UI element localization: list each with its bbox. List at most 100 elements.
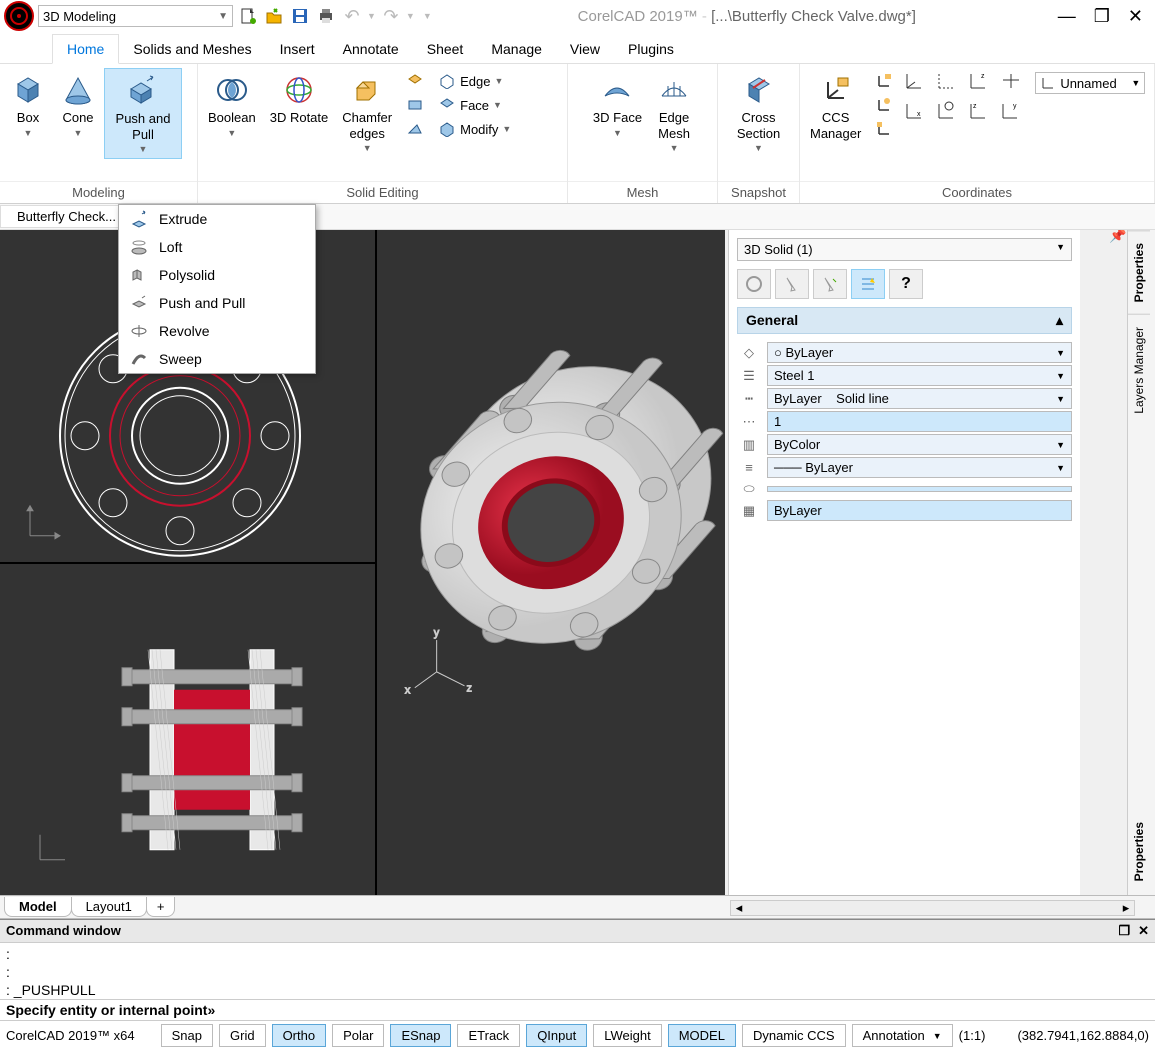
status-grid[interactable]: Grid: [219, 1024, 266, 1047]
small-btn-b[interactable]: [402, 94, 428, 116]
side-tab-properties-bottom[interactable]: Properties: [1128, 812, 1155, 891]
status-dynamic-ccs[interactable]: Dynamic CCS: [742, 1024, 846, 1047]
viewport-iso[interactable]: y z x: [377, 230, 725, 895]
layout-tab-model[interactable]: Model: [4, 897, 72, 917]
section-general[interactable]: General▴: [737, 307, 1072, 334]
restore-button[interactable]: ❐: [1094, 6, 1110, 27]
ccs-manager-button[interactable]: CCS Manager: [804, 68, 867, 145]
coord-grid-4[interactable]: [999, 70, 1027, 96]
tab-sheet[interactable]: Sheet: [413, 35, 478, 63]
horizontal-scrollbar[interactable]: ◂▸: [730, 900, 1135, 916]
ccs-named-combo[interactable]: Unnamed ▼: [1035, 72, 1145, 94]
pp-btn-help[interactable]: ?: [889, 269, 923, 299]
status-lweight[interactable]: LWeight: [593, 1024, 662, 1047]
boolean-button[interactable]: Boolean▼: [202, 68, 262, 142]
layout-tab-layout1[interactable]: Layout1: [71, 897, 147, 917]
coord-grid-1[interactable]: [903, 70, 931, 96]
save-icon[interactable]: [289, 5, 311, 27]
side-tab-layers[interactable]: Layers Manager: [1128, 314, 1150, 426]
pp-btn-3[interactable]: [813, 269, 847, 299]
cmd-restore-icon[interactable]: ❐: [1118, 923, 1130, 938]
status-polar[interactable]: Polar: [332, 1024, 384, 1047]
menu-item-revolve[interactable]: Revolve: [119, 317, 315, 345]
status-etrack[interactable]: ETrack: [457, 1024, 520, 1047]
prop-layer[interactable]: Steel 1▼: [767, 365, 1072, 386]
3d-face-button[interactable]: 3D Face▼: [587, 68, 648, 142]
menu-item-loft[interactable]: Loft: [119, 233, 315, 261]
prop-scale[interactable]: 1: [767, 411, 1072, 432]
svg-text:y: y: [434, 627, 440, 639]
prop-color[interactable]: ○ ByLayer▼: [767, 342, 1072, 363]
layer-icon: ☰: [737, 367, 761, 385]
cmd-close-icon[interactable]: ✕: [1138, 923, 1149, 938]
undo-icon[interactable]: ↶: [341, 5, 363, 27]
selection-filter-combo[interactable]: 3D Solid (1)▼: [737, 238, 1072, 261]
coord-grid-3[interactable]: z: [967, 70, 995, 96]
tab-view[interactable]: View: [556, 35, 614, 63]
close-button[interactable]: ✕: [1128, 6, 1143, 27]
menu-item-polysolid[interactable]: Polysolid: [119, 261, 315, 289]
ccs-icon-c[interactable]: [871, 118, 897, 140]
print-icon[interactable]: [315, 5, 337, 27]
3d-rotate-button[interactable]: 3D Rotate: [264, 68, 335, 130]
pp-btn-2[interactable]: [775, 269, 809, 299]
push-and-pull-button[interactable]: Push and Pull▼: [104, 68, 182, 159]
tab-insert[interactable]: Insert: [266, 35, 329, 63]
menu-item-push-and-pull[interactable]: Push and Pull: [119, 289, 315, 317]
status-ortho[interactable]: Ortho: [272, 1024, 327, 1047]
box-button[interactable]: Box▼: [4, 68, 52, 142]
status-model[interactable]: MODEL: [668, 1024, 736, 1047]
workspace-combo[interactable]: 3D Modeling▼: [38, 5, 233, 27]
minimize-button[interactable]: —: [1058, 6, 1076, 27]
open-icon[interactable]: [263, 5, 285, 27]
status-esnap[interactable]: ESnap: [390, 1024, 451, 1047]
pp-btn-1[interactable]: [737, 269, 771, 299]
ccs-icon-a[interactable]: [871, 70, 897, 92]
group-label-snapshot: Snapshot: [718, 181, 799, 203]
edge-mesh-button[interactable]: Edge Mesh▼: [650, 68, 698, 157]
prop-transparency[interactable]: ByLayer: [767, 500, 1072, 521]
menu-item-extrude[interactable]: Extrude: [119, 205, 315, 233]
layout-tab-add[interactable]: +: [146, 897, 176, 917]
coord-grid-7[interactable]: z: [967, 100, 995, 126]
coord-grid-8[interactable]: y: [999, 100, 1027, 126]
side-tab-properties[interactable]: Properties: [1128, 230, 1150, 314]
small-btn-c[interactable]: [402, 118, 428, 140]
ccs-icon-b[interactable]: [871, 94, 897, 116]
tab-annotate[interactable]: Annotate: [329, 35, 413, 63]
color-icon: ◇: [737, 344, 761, 362]
document-tab[interactable]: Butterfly Check...: [0, 205, 133, 228]
new-icon[interactable]: [237, 5, 259, 27]
edge-small[interactable]: Edge ▼: [434, 70, 515, 92]
redo-icon[interactable]: ↷: [380, 5, 402, 27]
group-label-mesh: Mesh: [568, 181, 717, 203]
cross-section-button[interactable]: Cross Section▼: [731, 68, 786, 157]
status-snap[interactable]: Snap: [161, 1024, 213, 1047]
tab-home[interactable]: Home: [52, 34, 119, 64]
tab-solids-and-meshes[interactable]: Solids and Meshes: [119, 35, 265, 63]
prop-plotstyle[interactable]: ByColor▼: [767, 434, 1072, 455]
modify-small[interactable]: Modify ▼: [434, 118, 515, 140]
properties-panel: ✕ 📌 3D Solid (1)▼ ? General▴ ◇○ ByLayer▼…: [728, 230, 1080, 895]
status-qinput[interactable]: QInput: [526, 1024, 587, 1047]
small-btn-a[interactable]: [402, 70, 428, 92]
command-prompt[interactable]: Specify entity or internal point»: [0, 999, 1155, 1020]
cone-button[interactable]: Cone▼: [54, 68, 102, 142]
prop-lineweight[interactable]: ─── ByLayer▼: [767, 457, 1072, 478]
command-window: Command window ❐✕ : : : _PUSHPULL Specif…: [0, 919, 1155, 1020]
tab-manage[interactable]: Manage: [477, 35, 556, 63]
prop-hyperlink[interactable]: [767, 486, 1072, 492]
prop-linetype[interactable]: ByLayer Solid line▼: [767, 388, 1072, 409]
chamfer-edges-button[interactable]: Chamfer edges▼: [336, 68, 398, 157]
status-annotation[interactable]: Annotation▼: [852, 1024, 953, 1047]
viewport-side[interactable]: [0, 564, 375, 896]
coord-grid-2[interactable]: [935, 70, 963, 96]
face-small[interactable]: Face ▼: [434, 94, 515, 116]
app-logo-icon[interactable]: [4, 1, 34, 31]
svg-text:z: z: [973, 103, 977, 110]
coord-grid-5[interactable]: x: [903, 100, 931, 126]
coord-grid-6[interactable]: [935, 100, 963, 126]
pp-btn-quick[interactable]: [851, 269, 885, 299]
tab-plugins[interactable]: Plugins: [614, 35, 688, 63]
menu-item-sweep[interactable]: Sweep: [119, 345, 315, 373]
